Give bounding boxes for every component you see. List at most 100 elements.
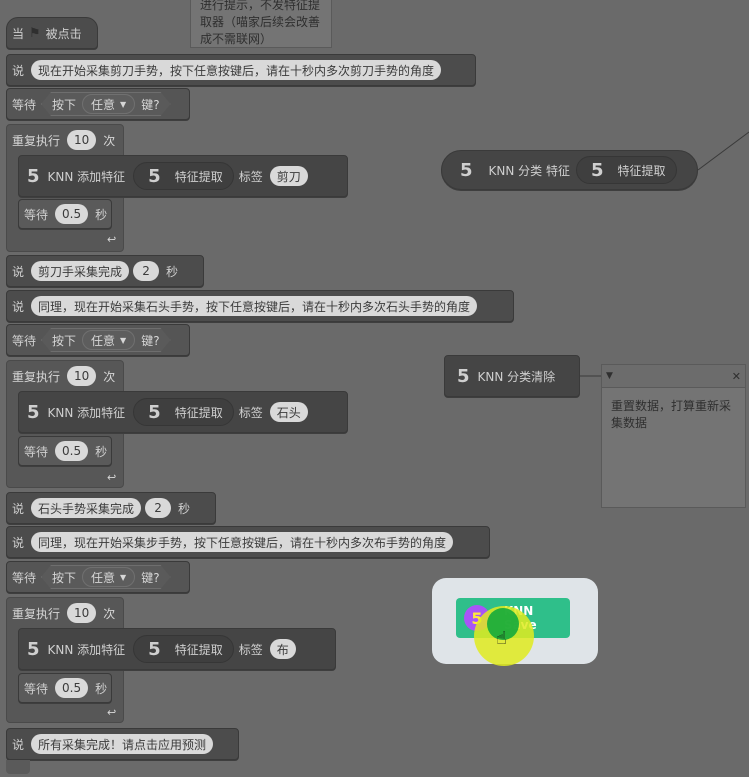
wait-seconds-input[interactable]: 0.5 (55, 678, 89, 698)
say-text-input[interactable]: 石头手势采集完成 (31, 498, 142, 518)
feature-extract-reporter[interactable]: 5 特征提取 (133, 635, 234, 663)
when-flag-clicked-hat[interactable]: 当 ⚑ 被点击 (6, 17, 98, 49)
key-suffix: 键? (141, 97, 160, 112)
say-label: 说 (12, 501, 25, 516)
knn-clear-block[interactable]: 5 KNN 分类清除 (444, 355, 580, 397)
repeat-suffix: 次 (103, 606, 116, 621)
repeat-count-input[interactable]: 10 (67, 603, 97, 623)
knn-add-feature-block[interactable]: 5 KNN 添加特征 5 特征提取 标签 石头 (18, 391, 348, 433)
say-block[interactable]: 说 同理，现在开始采集步手势，按下任意按键后，请在十秒内多次布手势的角度 (6, 526, 490, 558)
pressed-label: 按下 (52, 97, 77, 112)
repeat-suffix: 次 (103, 369, 116, 384)
say-secs-input[interactable]: 2 (145, 498, 172, 518)
say-for-secs-block[interactable]: 说 剪刀手采集完成 2 秒 (6, 255, 204, 287)
tag-label: 标签 (238, 642, 263, 657)
knn-classify-label: KNN 分类 特征 (488, 163, 570, 178)
comment-note[interactable]: ▼ ✕ 重置数据，打算重新采集数据 (601, 364, 746, 508)
knn-five-badge: 5 (27, 401, 40, 423)
knn-add-label: KNN 添加特征 (47, 169, 126, 184)
say-label: 说 (12, 535, 25, 550)
extract-label: 特征提取 (174, 642, 223, 657)
feature-extract-reporter[interactable]: 5 特征提取 (575, 156, 677, 184)
extract-five-badge: 5 (148, 165, 161, 187)
say-block[interactable]: 说 所有采集完成！请点击应用预测 (6, 728, 239, 760)
tag-label: 标签 (238, 169, 263, 184)
knn-add-feature-block[interactable]: 5 KNN 添加特征 5 特征提取 标签 布 (18, 628, 336, 670)
say-text-input[interactable]: 同理，现在开始采集步手势，按下任意按键后，请在十秒内多次布手势的角度 (31, 532, 454, 552)
wait-until-key-block[interactable]: 等待 按下 任意 ▼ 键? (6, 88, 190, 120)
tag-input[interactable]: 剪刀 (269, 166, 308, 186)
green-flag-icon: ⚑ (29, 25, 41, 41)
hat-prefix: 当 (12, 26, 25, 41)
key-dropdown[interactable]: 任意 ▼ (82, 567, 135, 587)
key-suffix: 键? (141, 570, 160, 585)
wait-seconds-block[interactable]: 等待 0.5 秒 (18, 673, 112, 703)
knn-five-badge: 5 (460, 159, 473, 181)
feature-extract-reporter[interactable]: 5 特征提取 (133, 398, 234, 426)
extract-label: 特征提取 (174, 405, 223, 420)
wait-unit: 秒 (95, 681, 108, 696)
repeat-count-input[interactable]: 10 (67, 366, 97, 386)
top-comment-note[interactable]: 进行提示，不发特征提 取器（喵家后续会改善 成不需联网） (190, 0, 332, 48)
key-pressed-sensor[interactable]: 按下 任意 ▼ 键? (41, 328, 171, 352)
chevron-down-icon: ▼ (120, 99, 127, 109)
knn-five-badge: 5 (27, 638, 40, 660)
key-suffix: 键? (141, 333, 160, 348)
repeat-count-input[interactable]: 10 (67, 130, 97, 150)
knn-add-feature-block[interactable]: 5 KNN 添加特征 5 特征提取 标签 剪刀 (18, 155, 348, 197)
say-text-input[interactable]: 剪刀手采集完成 (31, 261, 130, 281)
knn-add-label: KNN 添加特征 (47, 642, 126, 657)
key-pressed-sensor[interactable]: 按下 任意 ▼ 键? (41, 565, 171, 589)
tag-input[interactable]: 石头 (269, 402, 308, 422)
say-unit: 秒 (166, 264, 179, 279)
say-label: 说 (12, 299, 25, 314)
wait-seconds-input[interactable]: 0.5 (55, 441, 89, 461)
wait-unit: 秒 (95, 207, 108, 222)
hand-cursor-icon: ☝ (496, 628, 507, 649)
pressed-label: 按下 (52, 570, 77, 585)
chevron-down-icon: ▼ (120, 335, 127, 345)
key-dropdown[interactable]: 任意 ▼ (82, 330, 135, 350)
say-for-secs-block[interactable]: 说 石头手势采集完成 2 秒 (6, 492, 216, 524)
repeat-label: 重复执行 (12, 369, 61, 384)
say-text-input[interactable]: 所有采集完成！请点击应用预测 (31, 734, 214, 754)
note-line: 进行提示，不发特征提 (200, 0, 321, 12)
knn-five-badge: 5 (27, 165, 40, 187)
say-secs-input[interactable]: 2 (133, 261, 160, 281)
say-label: 说 (12, 63, 25, 78)
say-text-input[interactable]: 同理，现在开始采集石头手势，按下任意按键后，请在十秒内多次石头手势的角度 (31, 296, 478, 316)
wait-until-key-block[interactable]: 等待 按下 任意 ▼ 键? (6, 324, 190, 356)
connector-line (698, 131, 749, 171)
knn-clear-label: KNN 分类清除 (477, 369, 556, 384)
key-pressed-sensor[interactable]: 按下 任意 ▼ 键? (41, 92, 171, 116)
repeat-loop-arrow-icon: ↩ (107, 233, 117, 246)
triangle-down-icon[interactable]: ▼ (606, 368, 613, 385)
key-dropdown-value: 任意 (91, 97, 116, 112)
hat-suffix: 被点击 (45, 26, 82, 41)
wait-label: 等待 (24, 444, 49, 459)
close-icon[interactable]: ✕ (732, 368, 741, 385)
comment-text[interactable]: 重置数据，打算重新采集数据 (602, 388, 745, 432)
key-dropdown-value: 任意 (91, 333, 116, 348)
say-text-input[interactable]: 现在开始采集剪刀手势，按下任意按键后，请在十秒内多次剪刀手势的角度 (31, 60, 442, 80)
repeat-label: 重复执行 (12, 606, 61, 621)
note-line: 成不需联网） (200, 32, 273, 46)
key-dropdown[interactable]: 任意 ▼ (82, 94, 135, 114)
repeat-suffix: 次 (103, 133, 116, 148)
say-block[interactable]: 说 现在开始采集剪刀手势，按下任意按键后，请在十秒内多次剪刀手势的角度 (6, 54, 476, 86)
wait-seconds-input[interactable]: 0.5 (55, 204, 89, 224)
pressed-label: 按下 (52, 333, 77, 348)
wait-label: 等待 (12, 97, 37, 112)
script-stack-end (6, 760, 30, 774)
feature-extract-reporter[interactable]: 5 特征提取 (133, 162, 234, 190)
wait-seconds-block[interactable]: 等待 0.5 秒 (18, 199, 112, 229)
wait-until-key-block[interactable]: 等待 按下 任意 ▼ 键? (6, 561, 190, 593)
knn-classify-reporter[interactable]: 5 KNN 分类 特征 5 特征提取 (441, 150, 698, 190)
repeat-loop-arrow-icon: ↩ (107, 471, 117, 484)
say-block[interactable]: 说 同理，现在开始采集石头手势，按下任意按键后，请在十秒内多次石头手势的角度 (6, 290, 514, 322)
tag-input[interactable]: 布 (269, 639, 296, 659)
knn-five-badge: 5 (457, 365, 470, 387)
key-dropdown-value: 任意 (91, 570, 116, 585)
wait-seconds-block[interactable]: 等待 0.5 秒 (18, 436, 112, 466)
comment-connector-line (580, 375, 602, 377)
